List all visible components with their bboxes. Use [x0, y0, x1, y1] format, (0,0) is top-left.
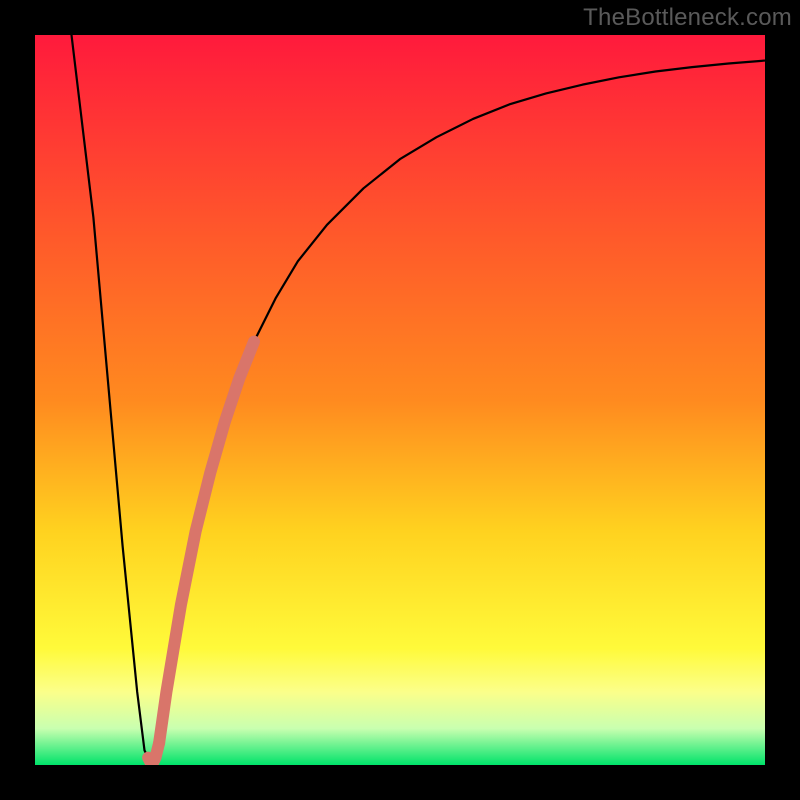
- gradient-background: [35, 35, 765, 765]
- attribution-text: TheBottleneck.com: [583, 4, 792, 32]
- chart-svg: [35, 35, 765, 765]
- plot-area: [35, 35, 765, 765]
- chart-frame: TheBottleneck.com: [0, 0, 800, 800]
